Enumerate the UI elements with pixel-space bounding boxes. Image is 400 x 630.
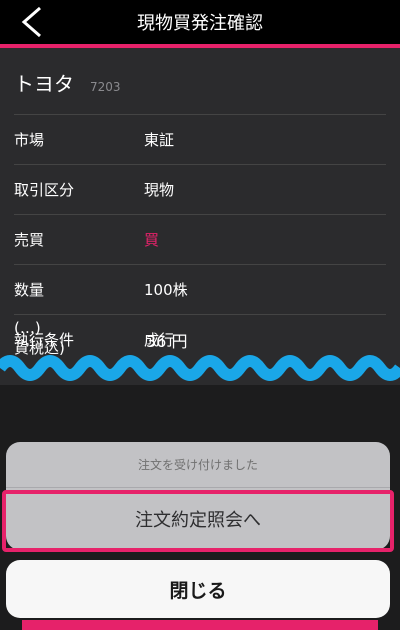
row-value: 東証 <box>144 131 175 149</box>
header: 現物買発注確認 <box>0 0 400 44</box>
chevron-left-icon[interactable] <box>18 6 48 38</box>
row-label: 取引区分 <box>14 181 75 199</box>
underlying-button <box>22 620 378 630</box>
highlight-frame <box>2 490 394 552</box>
close-button[interactable]: 閉じる <box>6 560 390 618</box>
row-quantity: 数量 100株 <box>14 264 386 314</box>
order-detail-list: 市場 東証 取引区分 現物 売買 買 数量 100株 執行条件 成行 <box>14 114 386 364</box>
row-label: 売買 <box>14 231 45 249</box>
row-label: 市場 <box>14 131 45 149</box>
row-value: 現物 <box>144 181 175 199</box>
stock-header: トヨタ 7203 <box>14 68 121 97</box>
row-value: 36 円 <box>146 332 188 351</box>
sheet-message: 注文を受け付けました <box>6 442 390 488</box>
stock-code: 7203 <box>90 80 121 94</box>
row-trade-type: 取引区分 現物 <box>14 164 386 214</box>
stock-name: トヨタ <box>14 72 74 96</box>
row-label: 数量 <box>14 281 45 299</box>
row-value: 100株 <box>144 281 188 299</box>
wave-separator <box>0 355 400 381</box>
row-buy-sell: 売買 買 <box>14 214 386 264</box>
page-title: 現物買発注確認 <box>137 13 263 34</box>
row-value: 買 <box>144 231 160 249</box>
row-market: 市場 東証 <box>14 114 386 164</box>
